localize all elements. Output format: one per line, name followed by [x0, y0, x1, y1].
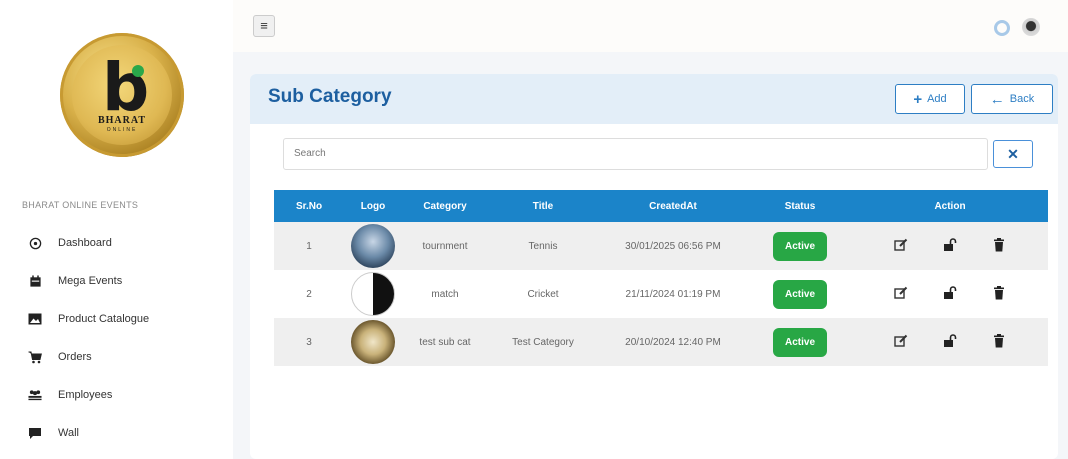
add-button-label: Add — [927, 93, 947, 105]
sidebar-item-orders[interactable]: Orders — [0, 338, 233, 376]
sidebar: b BHARAT ONLINE BHARAT ONLINE EVENTS Das… — [0, 0, 233, 459]
cell-category: match — [402, 270, 488, 318]
back-button-label: Back — [1009, 93, 1035, 105]
cell-title: Test Category — [488, 318, 598, 366]
cell-category: test sub cat — [402, 318, 488, 366]
logo-thumbnail — [351, 224, 395, 268]
sub-category-card: Sub Category + Add ← Back Search ✕ Sr.No… — [250, 74, 1058, 459]
sidebar-item-label: Product Catalogue — [58, 313, 150, 325]
status-badge[interactable]: Active — [772, 279, 827, 309]
trash-icon[interactable] — [976, 237, 1022, 255]
brand-logo[interactable]: b BHARAT ONLINE — [60, 33, 184, 157]
cell-srno: 1 — [274, 222, 344, 270]
chat-icon — [28, 426, 42, 440]
plus-icon: + — [913, 90, 923, 108]
cell-createdat: 20/10/2024 12:40 PM — [598, 318, 748, 366]
status-ring-icon[interactable] — [994, 20, 1010, 36]
cell-srno: 2 — [274, 270, 344, 318]
avatar[interactable] — [1022, 18, 1040, 36]
sidebar-item-dashboard[interactable]: Dashboard — [0, 224, 233, 262]
sidebar-item-mega-events[interactable]: Mega Events — [0, 262, 233, 300]
sidebar-item-employees[interactable]: Employees — [0, 376, 233, 414]
unlock-icon[interactable] — [927, 237, 973, 255]
sidebar-section-label: BHARAT ONLINE EVENTS — [22, 200, 139, 210]
cell-srno: 3 — [274, 318, 344, 366]
clear-search-button[interactable]: ✕ — [993, 140, 1033, 168]
logo-thumbnail — [351, 272, 395, 316]
sidebar-item-label: Wall — [58, 427, 79, 439]
sidebar-item-product-catalogue[interactable]: Product Catalogue — [0, 300, 233, 338]
add-button[interactable]: + Add — [895, 84, 965, 114]
trash-icon[interactable] — [976, 285, 1022, 303]
back-button[interactable]: ← Back — [971, 84, 1053, 114]
trash-icon[interactable] — [976, 333, 1022, 351]
logo-thumbnail — [351, 320, 395, 364]
table-row: 1 tournment Tennis 30/01/2025 06:56 PM A… — [274, 222, 1048, 270]
logo-name: BHARAT — [97, 115, 147, 126]
dashboard-icon — [28, 236, 42, 250]
page-title: Sub Category — [268, 86, 392, 107]
column-header-srno[interactable]: Sr.No — [274, 190, 344, 222]
sidebar-item-label: Dashboard — [58, 237, 112, 249]
column-header-title[interactable]: Title — [488, 190, 598, 222]
column-header-createdat[interactable]: CreatedAt — [598, 190, 748, 222]
sidebar-item-wall[interactable]: Wall — [0, 414, 233, 452]
card-header: Sub Category + Add ← Back — [250, 74, 1058, 124]
logo-letter: b — [102, 49, 150, 126]
logo-sub: ONLINE — [106, 127, 138, 133]
calendar-icon — [28, 274, 42, 288]
sidebar-item-label: Employees — [58, 389, 113, 401]
search-input[interactable]: Search — [283, 138, 988, 170]
edit-icon[interactable] — [878, 286, 924, 303]
sub-category-table: Sr.No Logo Category Title CreatedAt Stat… — [274, 190, 1048, 366]
top-bar: ≡ — [233, 0, 1068, 52]
cell-title: Tennis — [488, 222, 598, 270]
edit-icon[interactable] — [878, 334, 924, 351]
image-icon — [28, 312, 42, 326]
unlock-icon[interactable] — [927, 285, 973, 303]
users-icon — [28, 388, 42, 402]
status-badge[interactable]: Active — [772, 231, 827, 261]
hamburger-icon[interactable]: ≡ — [253, 15, 275, 37]
table-row: 2 match Cricket 21/11/2024 01:19 PM Acti… — [274, 270, 1048, 318]
cell-createdat: 21/11/2024 01:19 PM — [598, 270, 748, 318]
cell-createdat: 30/01/2025 06:56 PM — [598, 222, 748, 270]
status-badge[interactable]: Active — [772, 327, 827, 357]
column-header-category[interactable]: Category — [402, 190, 488, 222]
table-row: 3 test sub cat Test Category 20/10/2024 … — [274, 318, 1048, 366]
cart-icon — [28, 350, 42, 364]
sidebar-nav: Dashboard Mega Events Product Catalogue … — [0, 224, 233, 452]
column-header-logo[interactable]: Logo — [344, 190, 402, 222]
table-header-row: Sr.No Logo Category Title CreatedAt Stat… — [274, 190, 1048, 222]
cell-title: Cricket — [488, 270, 598, 318]
column-header-status[interactable]: Status — [748, 190, 852, 222]
sidebar-item-label: Mega Events — [58, 275, 123, 287]
arrow-left-icon: ← — [989, 90, 1005, 108]
unlock-icon[interactable] — [927, 333, 973, 351]
edit-icon[interactable] — [878, 238, 924, 255]
sidebar-item-label: Orders — [58, 351, 92, 363]
cell-category: tournment — [402, 222, 488, 270]
column-header-action[interactable]: Action — [852, 190, 1048, 222]
